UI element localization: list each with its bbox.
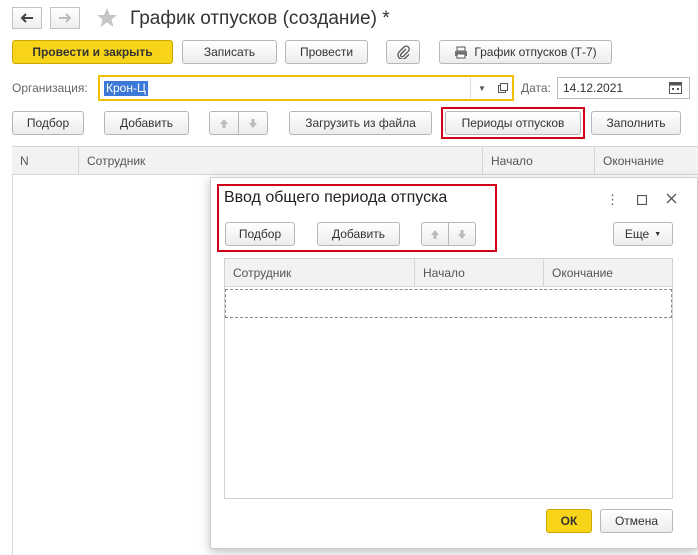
column-start[interactable]: Начало xyxy=(482,147,594,174)
printer-icon xyxy=(455,46,468,58)
print-schedule-t7-button[interactable]: График отпусков (Т-7) xyxy=(439,40,612,64)
dialog-more-menu-icon[interactable]: ⋮ xyxy=(606,192,619,208)
favorite-star-icon[interactable] xyxy=(96,7,118,31)
dialog-add-button[interactable]: Добавить xyxy=(317,222,400,246)
arrow-up-icon xyxy=(431,229,439,239)
organization-value: Крон-Ц xyxy=(104,81,148,96)
date-label: Дата: xyxy=(521,81,551,95)
save-button[interactable]: Записать xyxy=(182,40,277,64)
column-employee[interactable]: Сотрудник xyxy=(78,147,482,174)
arrow-left-icon xyxy=(20,13,33,23)
arrow-up-icon xyxy=(220,118,228,128)
date-field[interactable]: 14.12.2021 xyxy=(557,77,690,99)
dialog-table-header: Сотрудник Начало Окончание xyxy=(225,259,672,287)
dialog-move-up-button[interactable] xyxy=(421,222,449,246)
move-up-button[interactable] xyxy=(209,111,239,135)
add-button[interactable]: Добавить xyxy=(104,111,189,135)
attach-button[interactable] xyxy=(386,40,420,64)
forward-button[interactable] xyxy=(50,7,80,29)
arrow-down-icon xyxy=(249,118,257,128)
dialog-column-employee[interactable]: Сотрудник xyxy=(225,259,414,286)
dialog-more-button[interactable]: Еще ▼ xyxy=(613,222,673,246)
back-button[interactable] xyxy=(12,7,42,29)
dialog-more-label: Еще xyxy=(624,227,650,241)
load-from-file-button[interactable]: Загрузить из файла xyxy=(289,111,432,135)
main-table-header: N Сотрудник Начало Окончание xyxy=(12,146,698,175)
dialog-column-start[interactable]: Начало xyxy=(414,259,543,286)
dialog-table: Сотрудник Начало Окончание xyxy=(224,258,673,499)
arrow-down-icon xyxy=(458,229,466,239)
select-button[interactable]: Подбор xyxy=(12,111,84,135)
dialog-move-down-button[interactable] xyxy=(448,222,476,246)
arrow-right-icon xyxy=(59,13,72,23)
cancel-button[interactable]: Отмена xyxy=(600,509,673,533)
dialog-select-button[interactable]: Подбор xyxy=(225,222,295,246)
post-button[interactable]: Провести xyxy=(285,40,368,64)
ok-button[interactable]: ОК xyxy=(546,509,592,533)
organization-label: Организация: xyxy=(12,81,88,95)
organization-field[interactable]: Крон-Ц ▼ xyxy=(98,75,514,101)
print-button-label: График отпусков (Т-7) xyxy=(474,45,597,59)
column-end[interactable]: Окончание xyxy=(594,147,698,174)
dialog-title: Ввод общего периода отпуска xyxy=(224,189,448,206)
organization-open-icon[interactable] xyxy=(493,77,512,99)
post-and-close-button[interactable]: Провести и закрыть xyxy=(12,40,173,64)
vacation-period-dialog: Ввод общего периода отпуска ⋮ Подбор Доб… xyxy=(210,177,698,549)
chevron-down-icon: ▼ xyxy=(654,230,662,238)
move-down-button[interactable] xyxy=(238,111,268,135)
dialog-close-icon[interactable] xyxy=(666,193,677,207)
fill-button[interactable]: Заполнить xyxy=(591,111,681,135)
window-title: График отпусков (создание) * xyxy=(130,8,390,29)
vacation-periods-button[interactable]: Периоды отпусков xyxy=(445,111,581,135)
column-n[interactable]: N xyxy=(12,147,78,174)
organization-dropdown-icon[interactable]: ▼ xyxy=(472,77,492,99)
dialog-maximize-icon[interactable] xyxy=(636,194,648,208)
paperclip-icon xyxy=(397,45,410,59)
dialog-column-end[interactable]: Окончание xyxy=(543,259,672,286)
table-row[interactable] xyxy=(225,289,672,318)
main-table-left-border xyxy=(12,175,13,555)
calendar-icon[interactable] xyxy=(669,81,682,97)
date-value: 14.12.2021 xyxy=(563,81,624,95)
